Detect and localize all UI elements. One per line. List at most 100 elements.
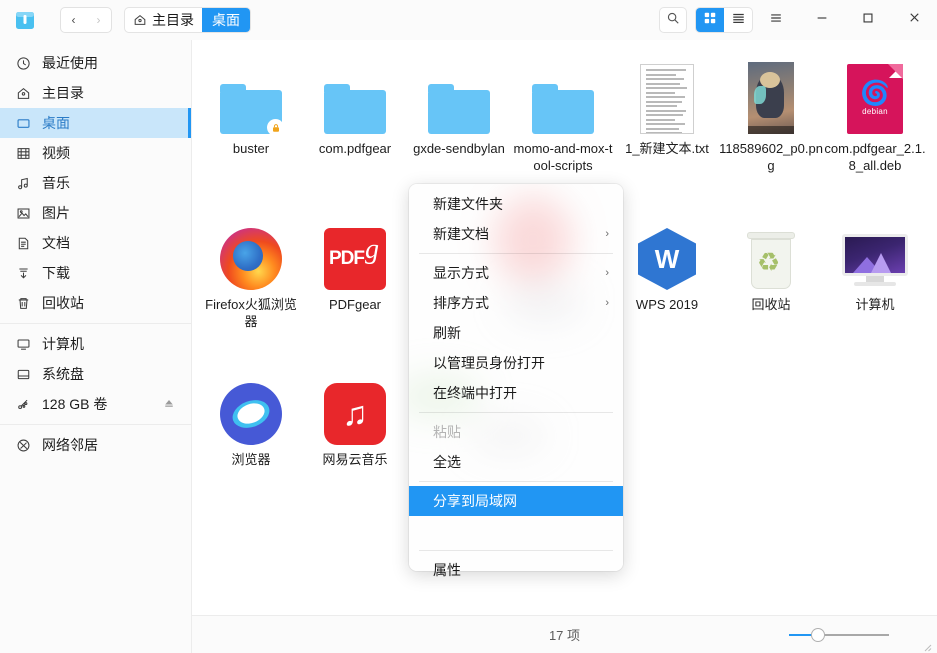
menu-item-label: 以管理员身份打开 [433,355,545,371]
sidebar-item-music[interactable]: 音乐 [0,168,191,198]
menu-item-refresh[interactable]: 刷新 [409,318,623,348]
downloads-icon [14,264,32,282]
sidebar-item-recent[interactable]: 最近使用 [0,48,191,78]
file-item-deb-package[interactable]: 🌀 debian com.pdfgear_2.1.8_all.deb [823,54,927,174]
menu-item-label: 新建文档 [433,226,489,242]
menu-item-share-to-lan[interactable]: 分享到局域网 [409,486,623,516]
sidebar-label: 下载 [42,265,70,281]
sidebar-item-documents[interactable]: 文档 [0,228,191,258]
sidebar-item-pictures[interactable]: 图片 [0,198,191,228]
menu-item-open-as-admin[interactable]: 以管理员身份打开 [409,348,623,378]
file-item-buster[interactable]: buster [199,54,303,157]
sidebar-item-videos[interactable]: 视频 [0,138,191,168]
wps-mark: W [638,228,696,290]
file-item-gxde-sendbylan[interactable]: gxde-sendbylan [407,54,511,157]
resize-grip[interactable] [922,639,932,652]
eject-icon[interactable] [163,396,175,412]
usb-icon [14,395,32,413]
minimize-button[interactable] [799,0,845,40]
file-item-com-pdfgear[interactable]: com.pdfgear [303,54,407,157]
search-button[interactable] [659,7,687,33]
file-item-recycle-bin[interactable]: ♻ 回收站 [719,210,823,313]
file-name: gxde-sendbylan [413,141,505,156]
file-name: 网易云音乐 [322,452,388,467]
music-icon [14,174,32,192]
home-icon [133,13,147,27]
sidebar-label: 视频 [42,145,70,161]
menu-item-new-folder[interactable]: 新建文件夹 [409,189,623,219]
back-button[interactable]: ‹ [61,8,86,32]
wps-icon: W [615,210,719,290]
sidebar-item-home[interactable]: 主目录 [0,78,191,108]
home-icon [14,84,32,102]
sidebar-item-network[interactable]: 网络邻居 [0,430,191,460]
breadcrumb-item-current[interactable]: 桌面 [202,8,250,32]
menu-item-properties[interactable]: 属性 [409,555,623,585]
menu-item-open-in-terminal[interactable]: 在终端中打开 [409,378,623,408]
menu-item-sort-mode[interactable]: 排序方式 › [409,288,623,318]
computer-icon [14,335,32,353]
file-name: 118589602_p0.png [719,141,823,173]
menu-item-label: 排序方式 [433,295,489,311]
netease-music-icon: ♫ [303,365,407,445]
sidebar-item-usb-volume[interactable]: 128 GB 卷 [0,389,191,419]
disk-icon [14,365,32,383]
menu-item-paste[interactable]: 粘贴 [409,417,623,447]
file-item-image[interactable]: 118589602_p0.png [719,54,823,174]
pdfgear-icon: PDF g [303,210,407,290]
file-item-firefox[interactable]: Firefox火狐浏览器 [199,210,303,330]
pdf-mark: g [365,234,379,265]
zoom-slider-handle[interactable] [811,628,825,642]
icon-view-button[interactable] [696,8,724,32]
file-item-text[interactable]: 1_新建文本.txt [615,54,719,157]
close-button[interactable] [891,0,937,40]
menu-item-blank[interactable] [409,516,623,546]
chevron-right-icon: › [605,267,609,279]
file-item-pdfgear[interactable]: PDF g PDFgear [303,210,407,313]
zoom-slider[interactable] [789,616,889,653]
breadcrumb-item-home[interactable]: 主目录 [125,8,202,32]
documents-icon [14,234,32,252]
file-name: Firefox火狐浏览器 [205,297,297,329]
file-item-momo-and-mox-tool-scripts[interactable]: momo-and-mox-tool-scripts [511,54,615,174]
file-item-computer[interactable]: 计算机 [823,210,927,313]
menu-item-select-all[interactable]: 全选 [409,447,623,477]
folder-icon [199,54,303,136]
context-menu[interactable]: 新建文件夹 新建文档 › 显示方式 › 排序方式 › 刷新 以管理员身份打开 在… [409,184,623,578]
network-icon [14,436,32,454]
browser-icon [199,365,303,445]
main-menu-button[interactable] [753,0,799,40]
forward-button[interactable]: › [86,8,111,32]
sidebar-item-desktop[interactable]: 桌面 [0,108,191,138]
zoom-slider-track[interactable] [789,628,889,642]
file-name: momo-and-mox-tool-scripts [513,141,613,173]
folder-icon [511,54,615,134]
maximize-button[interactable] [845,0,891,40]
sidebar-label: 网络邻居 [42,437,98,453]
hamburger-menu-icon [768,11,784,30]
file-name: PDFgear [328,297,382,312]
sidebar-item-system-disk[interactable]: 系统盘 [0,359,191,389]
sidebar-item-trash[interactable]: 回收站 [0,288,191,318]
search-icon [666,11,680,30]
list-view-button[interactable] [724,8,752,32]
sidebar-item-downloads[interactable]: 下载 [0,258,191,288]
image-thumbnail [719,54,823,134]
file-name: 1_新建文本.txt [625,141,709,156]
sidebar-item-computer[interactable]: 计算机 [0,329,191,359]
menu-item-label: 全选 [433,454,461,470]
chevron-right-icon: › [605,228,609,240]
menu-divider [419,481,613,482]
menu-item-view-mode[interactable]: 显示方式 › [409,258,623,288]
app-logo-icon [12,7,38,33]
folder-icon [303,54,407,134]
desktop-icon [14,114,32,132]
file-item-browser[interactable]: 浏览器 [199,365,303,468]
menu-item-label: 新建文件夹 [433,196,503,212]
debian-package-icon: 🌀 debian [823,54,927,134]
menu-divider [419,412,613,413]
sidebar-label: 128 GB 卷 [42,396,108,412]
file-item-wps[interactable]: W WPS 2019 [615,210,719,313]
file-item-netease-music[interactable]: ♫ 网易云音乐 [303,365,407,468]
menu-item-new-document[interactable]: 新建文档 › [409,219,623,249]
